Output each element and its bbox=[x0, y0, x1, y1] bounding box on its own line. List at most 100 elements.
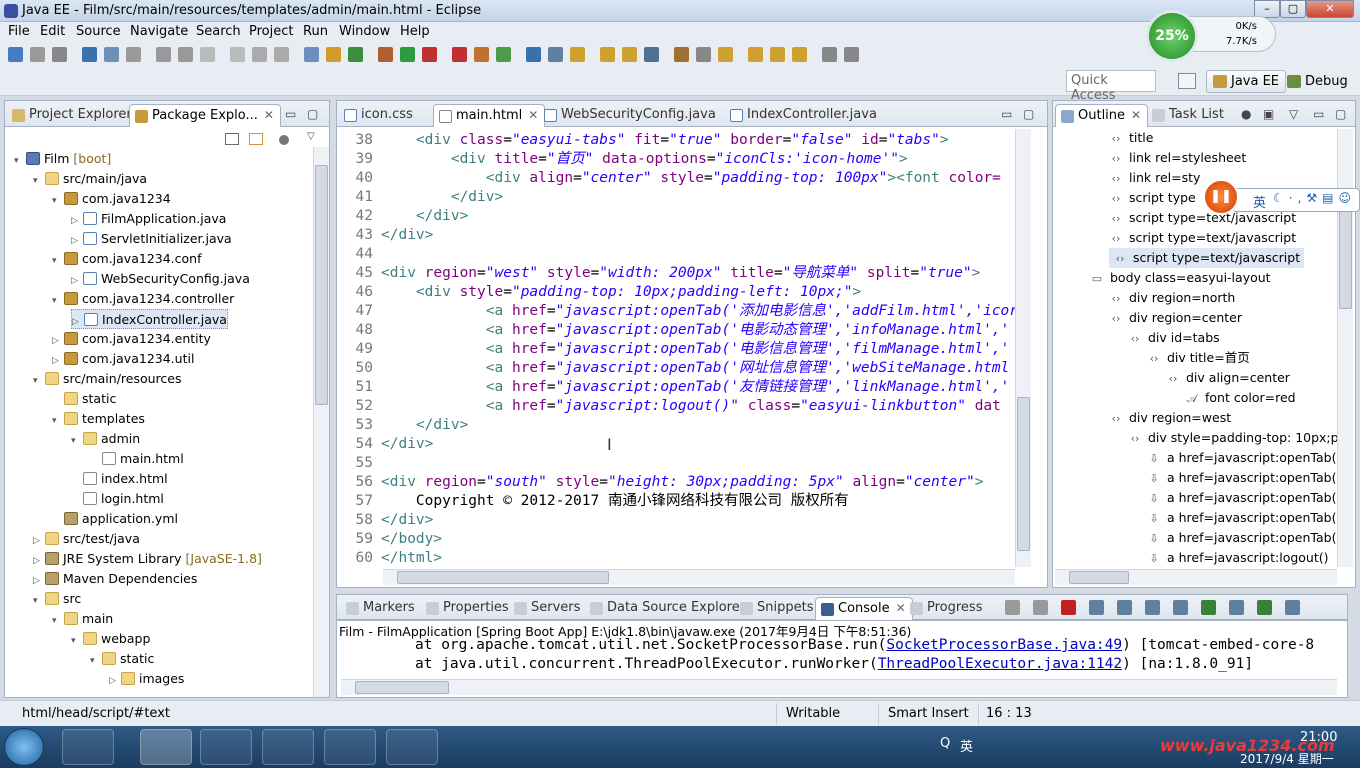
tree-item[interactable]: ▷ FilmApplication.java bbox=[71, 209, 226, 229]
maximize-view-icon[interactable]: ▢ bbox=[307, 107, 318, 121]
close-tab-icon[interactable]: ✕ bbox=[264, 108, 274, 122]
ime-toolbar[interactable]: ❚❚ 英 ☾·,⚒▤☺ bbox=[1203, 179, 1360, 215]
tree-item[interactable]: ▷ IndexController.java bbox=[71, 309, 228, 329]
toolbar-button-icon[interactable] bbox=[674, 47, 689, 62]
expand-right-icon[interactable]: ▷ bbox=[33, 531, 43, 551]
outline-item[interactable]: ⇩ a href=javascript:logout() bbox=[1147, 548, 1328, 567]
expand-right-icon[interactable]: ▷ bbox=[52, 331, 62, 351]
tree-item[interactable]: ▾ com.java1234.controller bbox=[52, 289, 234, 309]
tree-item[interactable]: main.html bbox=[90, 449, 184, 469]
toolbar-button-icon[interactable] bbox=[718, 47, 733, 62]
console-toolbar-icon[interactable] bbox=[1285, 600, 1300, 615]
scroll-thumb[interactable] bbox=[355, 681, 449, 694]
outline-item[interactable]: ⇩ a href=javascript:openTab('电 bbox=[1147, 468, 1337, 488]
minimize-view-icon[interactable]: ▭ bbox=[1313, 107, 1324, 121]
menu-project[interactable]: Project bbox=[249, 24, 293, 39]
toolbar-button-icon[interactable] bbox=[496, 47, 511, 62]
outline-hscrollbar[interactable] bbox=[1055, 569, 1337, 585]
console-toolbar-icon[interactable] bbox=[1061, 600, 1076, 615]
tree-item[interactable]: ▷ ServletInitializer.java bbox=[71, 229, 232, 249]
toolbar-button-icon[interactable] bbox=[748, 47, 763, 62]
link-editor-icon[interactable] bbox=[249, 133, 263, 145]
tree-item[interactable]: ▾ admin bbox=[71, 429, 140, 449]
console-toolbar-icon[interactable] bbox=[1117, 600, 1132, 615]
stack-link[interactable]: SocketProcessorBase.java:49 bbox=[886, 637, 1122, 653]
menu-help[interactable]: Help bbox=[400, 24, 430, 39]
toolbar-button-icon[interactable] bbox=[252, 47, 267, 62]
scroll-thumb[interactable] bbox=[397, 571, 609, 584]
expand-down-icon[interactable]: ▾ bbox=[52, 291, 62, 311]
tree-item[interactable]: ▾ main bbox=[52, 609, 113, 629]
toolbar-button-icon[interactable] bbox=[30, 47, 45, 62]
taskbar-w-icon[interactable] bbox=[262, 729, 314, 765]
menu-run[interactable]: Run bbox=[303, 24, 328, 39]
toolbar-button-icon[interactable] bbox=[822, 47, 837, 62]
expand-right-icon[interactable]: ▷ bbox=[71, 271, 81, 291]
taskbar-app-icon[interactable] bbox=[62, 729, 114, 765]
collapse-all-icon[interactable] bbox=[225, 133, 239, 145]
toolbar-button-icon[interactable] bbox=[126, 47, 141, 62]
tab-package-explorer[interactable]: Package Explo... ✕ bbox=[129, 104, 281, 127]
expand-right-icon[interactable]: ▷ bbox=[71, 231, 81, 251]
tab-progress[interactable]: Progress bbox=[905, 597, 988, 620]
toolbar-button-icon[interactable] bbox=[844, 47, 859, 62]
stack-link[interactable]: ThreadPoolExecutor.java:1142 bbox=[878, 656, 1122, 672]
toolbar-button-icon[interactable] bbox=[696, 47, 711, 62]
outline-item[interactable]: ⇩ a href=javascript:openTab('网 bbox=[1147, 508, 1337, 528]
outline-item[interactable]: ⇩ a href=javascript:openTab('友 bbox=[1147, 528, 1337, 548]
expand-right-icon[interactable]: ▷ bbox=[71, 211, 81, 231]
toolbar-button-icon[interactable] bbox=[400, 47, 415, 62]
outline-item[interactable]: ‹› script type=text/javascript bbox=[1109, 248, 1305, 268]
view-menu-icon[interactable]: ▽ bbox=[1289, 107, 1298, 121]
expand-down-icon[interactable]: ▾ bbox=[33, 171, 43, 191]
tab-project-explorer[interactable]: Project Explorer bbox=[7, 104, 138, 127]
tab-properties[interactable]: Properties bbox=[421, 597, 515, 620]
outline-item[interactable]: ‹› div align=center bbox=[1166, 368, 1290, 388]
tree-item[interactable]: ▷ com.java1234.util bbox=[52, 349, 194, 369]
console-toolbar-icon[interactable] bbox=[1033, 600, 1048, 615]
tree-item[interactable]: ▷ src/test/java bbox=[33, 529, 140, 549]
maximize-button[interactable]: ▢ bbox=[1280, 0, 1306, 18]
editor-vscrollbar[interactable] bbox=[1015, 129, 1031, 567]
outline-item[interactable]: ▭ body class=easyui-layout bbox=[1090, 268, 1271, 288]
toolbar-button-icon[interactable] bbox=[200, 47, 215, 62]
toolbar-button-icon[interactable] bbox=[326, 47, 341, 62]
console-toolbar-icon[interactable] bbox=[1229, 600, 1244, 615]
tree-item[interactable]: ▾ src/main/java bbox=[33, 169, 147, 189]
outline-item[interactable]: ‹› div id=tabs bbox=[1128, 328, 1220, 348]
pause-icon[interactable]: ❚❚ bbox=[1203, 179, 1239, 215]
toolbar-button-icon[interactable] bbox=[792, 47, 807, 62]
expand-down-icon[interactable]: ▾ bbox=[33, 371, 43, 391]
tree-scrollbar[interactable] bbox=[313, 147, 329, 697]
filter-icon[interactable] bbox=[279, 135, 289, 145]
console-toolbar-icon[interactable] bbox=[1201, 600, 1216, 615]
expand-down-icon[interactable]: ▾ bbox=[71, 431, 81, 451]
expand-down-icon[interactable]: ▾ bbox=[14, 151, 24, 171]
outline-item[interactable]: ‹› div region=west bbox=[1109, 408, 1232, 428]
outline-item[interactable]: ‹› div region=center bbox=[1109, 308, 1242, 328]
minimize-view-icon[interactable]: ▭ bbox=[285, 107, 296, 121]
menu-navigate[interactable]: Navigate bbox=[130, 24, 188, 39]
toolbar-button-icon[interactable] bbox=[8, 47, 23, 62]
outline-item[interactable]: ‹› div style=padding-top: 10px;pad bbox=[1128, 428, 1337, 448]
outline-item[interactable]: ‹› div title=首页 bbox=[1147, 348, 1250, 368]
quick-access-input[interactable]: Quick Access bbox=[1066, 70, 1156, 103]
tree-item[interactable]: ▾ src bbox=[33, 589, 81, 609]
console-toolbar-icon[interactable] bbox=[1005, 600, 1020, 615]
view-menu-icon[interactable]: ▽ bbox=[307, 131, 315, 142]
tab-icon-css[interactable]: icon.css bbox=[339, 104, 419, 127]
tree-item[interactable]: static bbox=[52, 389, 116, 409]
outline-item[interactable]: ‹› title bbox=[1109, 128, 1154, 148]
close-tab-icon[interactable]: ✕ bbox=[528, 108, 538, 122]
toolbar-button-icon[interactable] bbox=[422, 47, 437, 62]
tab-task-list[interactable]: Task List bbox=[1147, 104, 1230, 127]
tab-websecurityconfig[interactable]: WebSecurityConfig.java bbox=[539, 104, 722, 127]
taskbar-eclipse-icon[interactable] bbox=[140, 729, 192, 765]
code-editor[interactable]: 38 <div class="easyui-tabs" fit="true" b… bbox=[337, 127, 1027, 565]
minimize-view-icon[interactable]: ▭ bbox=[1001, 107, 1012, 121]
toolbar-button-icon[interactable] bbox=[600, 47, 615, 62]
scroll-thumb[interactable] bbox=[1069, 571, 1129, 584]
tray-ime-label[interactable]: 英 bbox=[960, 736, 973, 755]
perspective-java-ee[interactable]: Java EE bbox=[1206, 70, 1287, 93]
expand-down-icon[interactable]: ▾ bbox=[52, 611, 62, 631]
